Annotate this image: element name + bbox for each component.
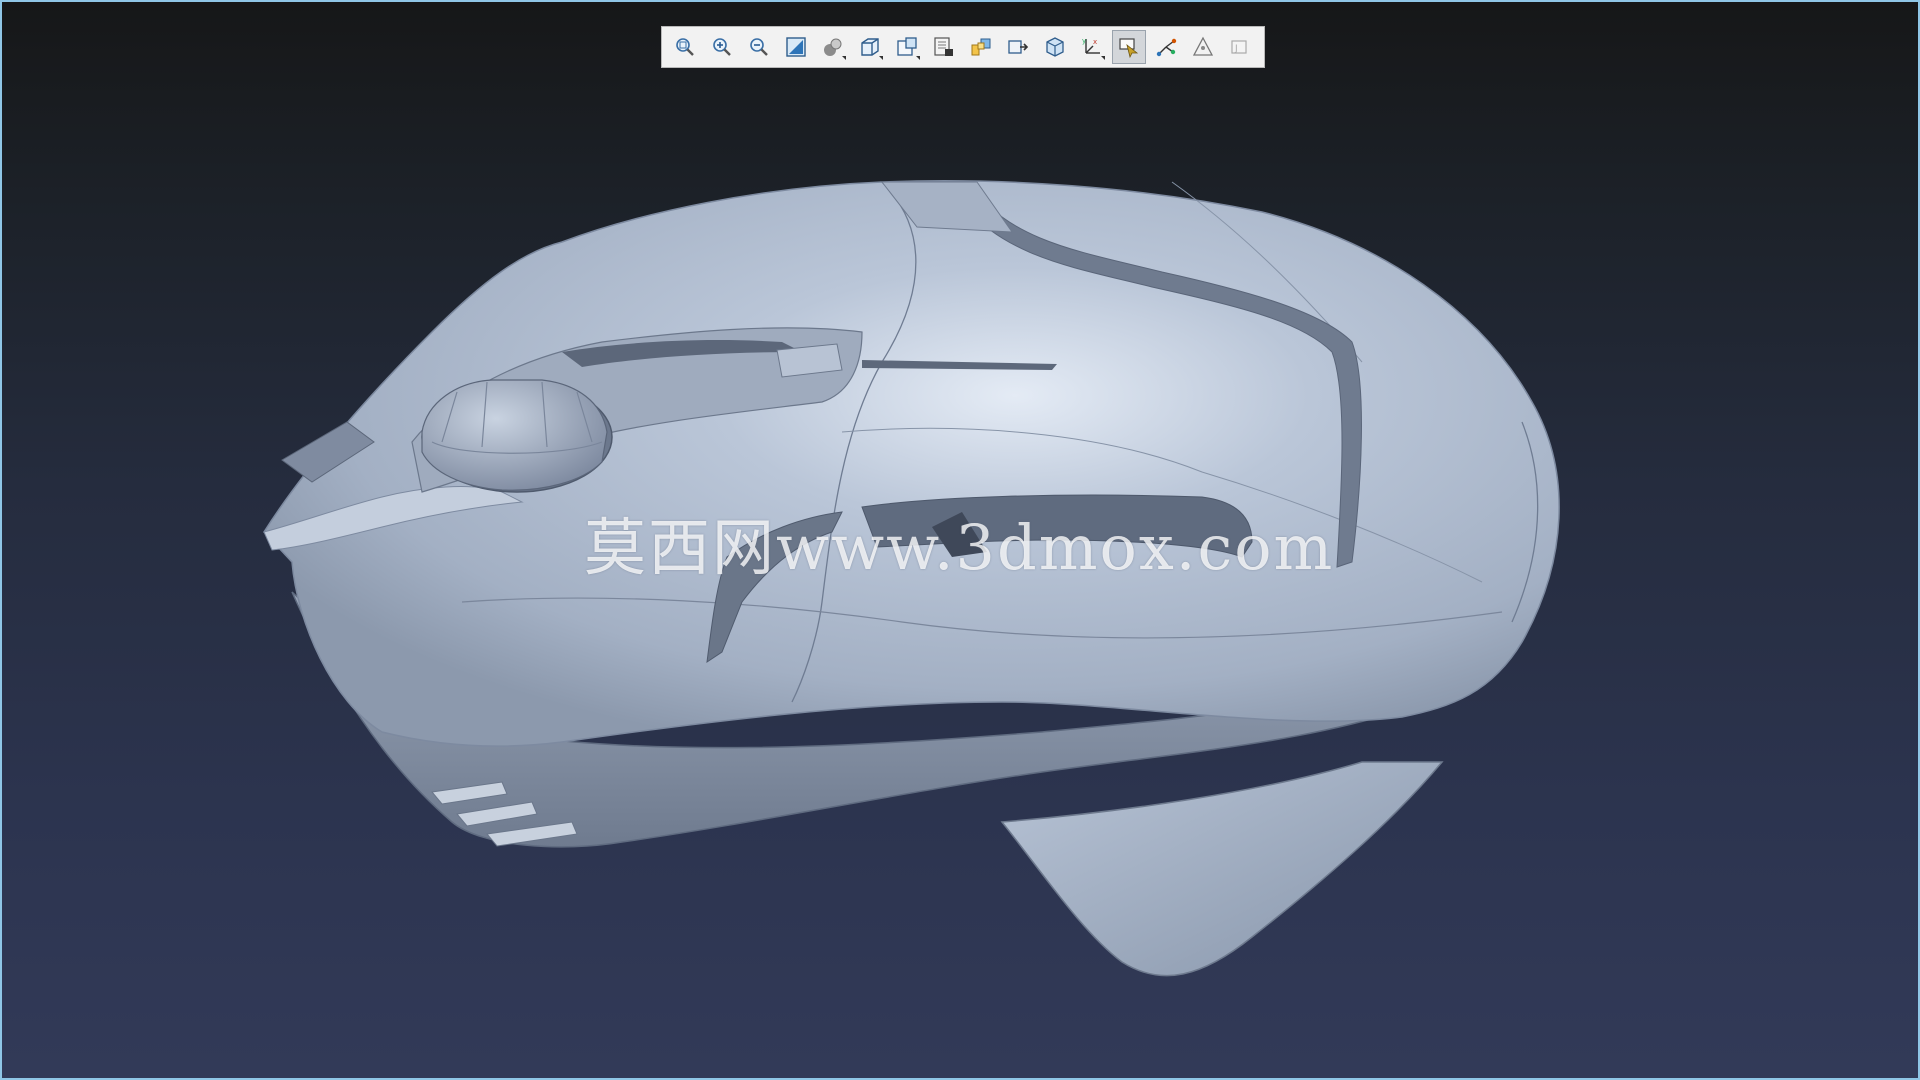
saved-views-button[interactable] [1038,30,1072,64]
svg-text:x: x [1093,38,1097,46]
view-manager-button[interactable] [1001,30,1035,64]
layers-icon [971,38,991,56]
selection-filter-button[interactable] [1112,30,1146,64]
saved-views-icon [1046,37,1064,57]
zoom-window-button[interactable] [779,30,813,64]
display-settings-icon [934,37,953,56]
zoom-in-icon [713,38,731,56]
zoom-out-button[interactable] [742,30,776,64]
thumb-rest [1000,761,1444,977]
shading-style-button[interactable] [816,30,850,64]
datum-points-icon [1192,36,1214,56]
view-orientation-button[interactable] [890,30,924,64]
datum-points-button[interactable] [1186,30,1220,64]
layers-button[interactable] [964,30,998,64]
selection-filter-icon [1119,38,1139,59]
svg-text:J: J [1234,44,1238,54]
datum-axis-icon [1156,38,1177,57]
zoom-fit-button[interactable] [668,30,702,64]
display-settings-button[interactable] [927,30,961,64]
zoom-in-button[interactable] [705,30,739,64]
zoom-fit-icon [676,38,694,56]
view-manager-icon [1008,40,1029,54]
view-toolbar: xy J [661,26,1265,68]
watermark-text: 莫西网www.3dmox.com [584,511,1335,584]
zoom-window-icon [786,37,806,57]
coordinate-systems-button[interactable]: xy [1075,30,1109,64]
3d-viewport[interactable]: xy J 莫西网www.3dmox.com [0,0,1920,1080]
annotations-icon: J [1231,40,1247,54]
svg-text:y: y [1082,37,1086,45]
zoom-out-icon [750,38,768,56]
annotations-button[interactable]: J [1223,30,1257,64]
scroll-wheel [421,379,613,493]
datum-axis-button[interactable] [1149,30,1183,64]
view-cube-button[interactable] [853,30,887,64]
